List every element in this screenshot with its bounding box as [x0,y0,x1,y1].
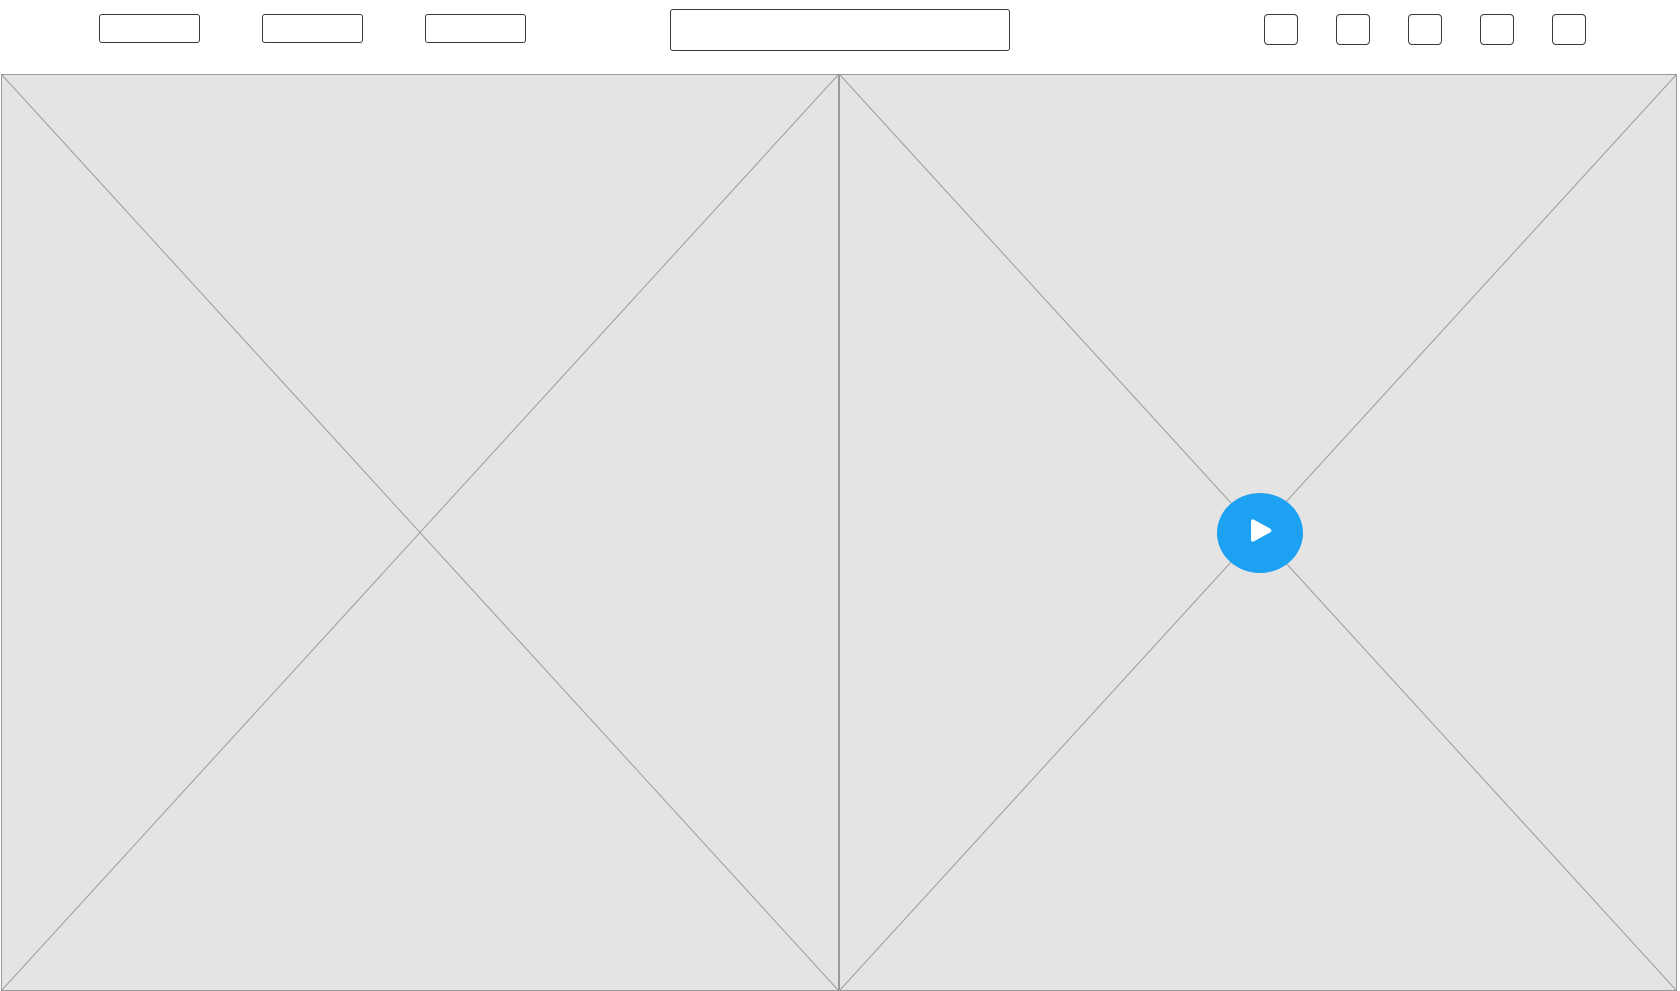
nav-button-1[interactable] [99,14,200,43]
play-icon [1251,519,1272,542]
placeholder-cross-icon [2,75,838,990]
play-button[interactable] [1217,493,1303,573]
toolbar-icon-button-3[interactable] [1408,14,1442,45]
toolbar-icon-button-4[interactable] [1480,14,1514,45]
toolbar-icon-button-5[interactable] [1552,14,1586,45]
wireframe-page [0,0,1680,991]
image-placeholder [1,74,839,991]
nav-button-2[interactable] [262,14,363,43]
nav-button-3[interactable] [425,14,526,43]
search-input[interactable] [670,9,1010,51]
toolbar-icon-button-1[interactable] [1264,14,1298,45]
toolbar-icon-button-2[interactable] [1336,14,1370,45]
